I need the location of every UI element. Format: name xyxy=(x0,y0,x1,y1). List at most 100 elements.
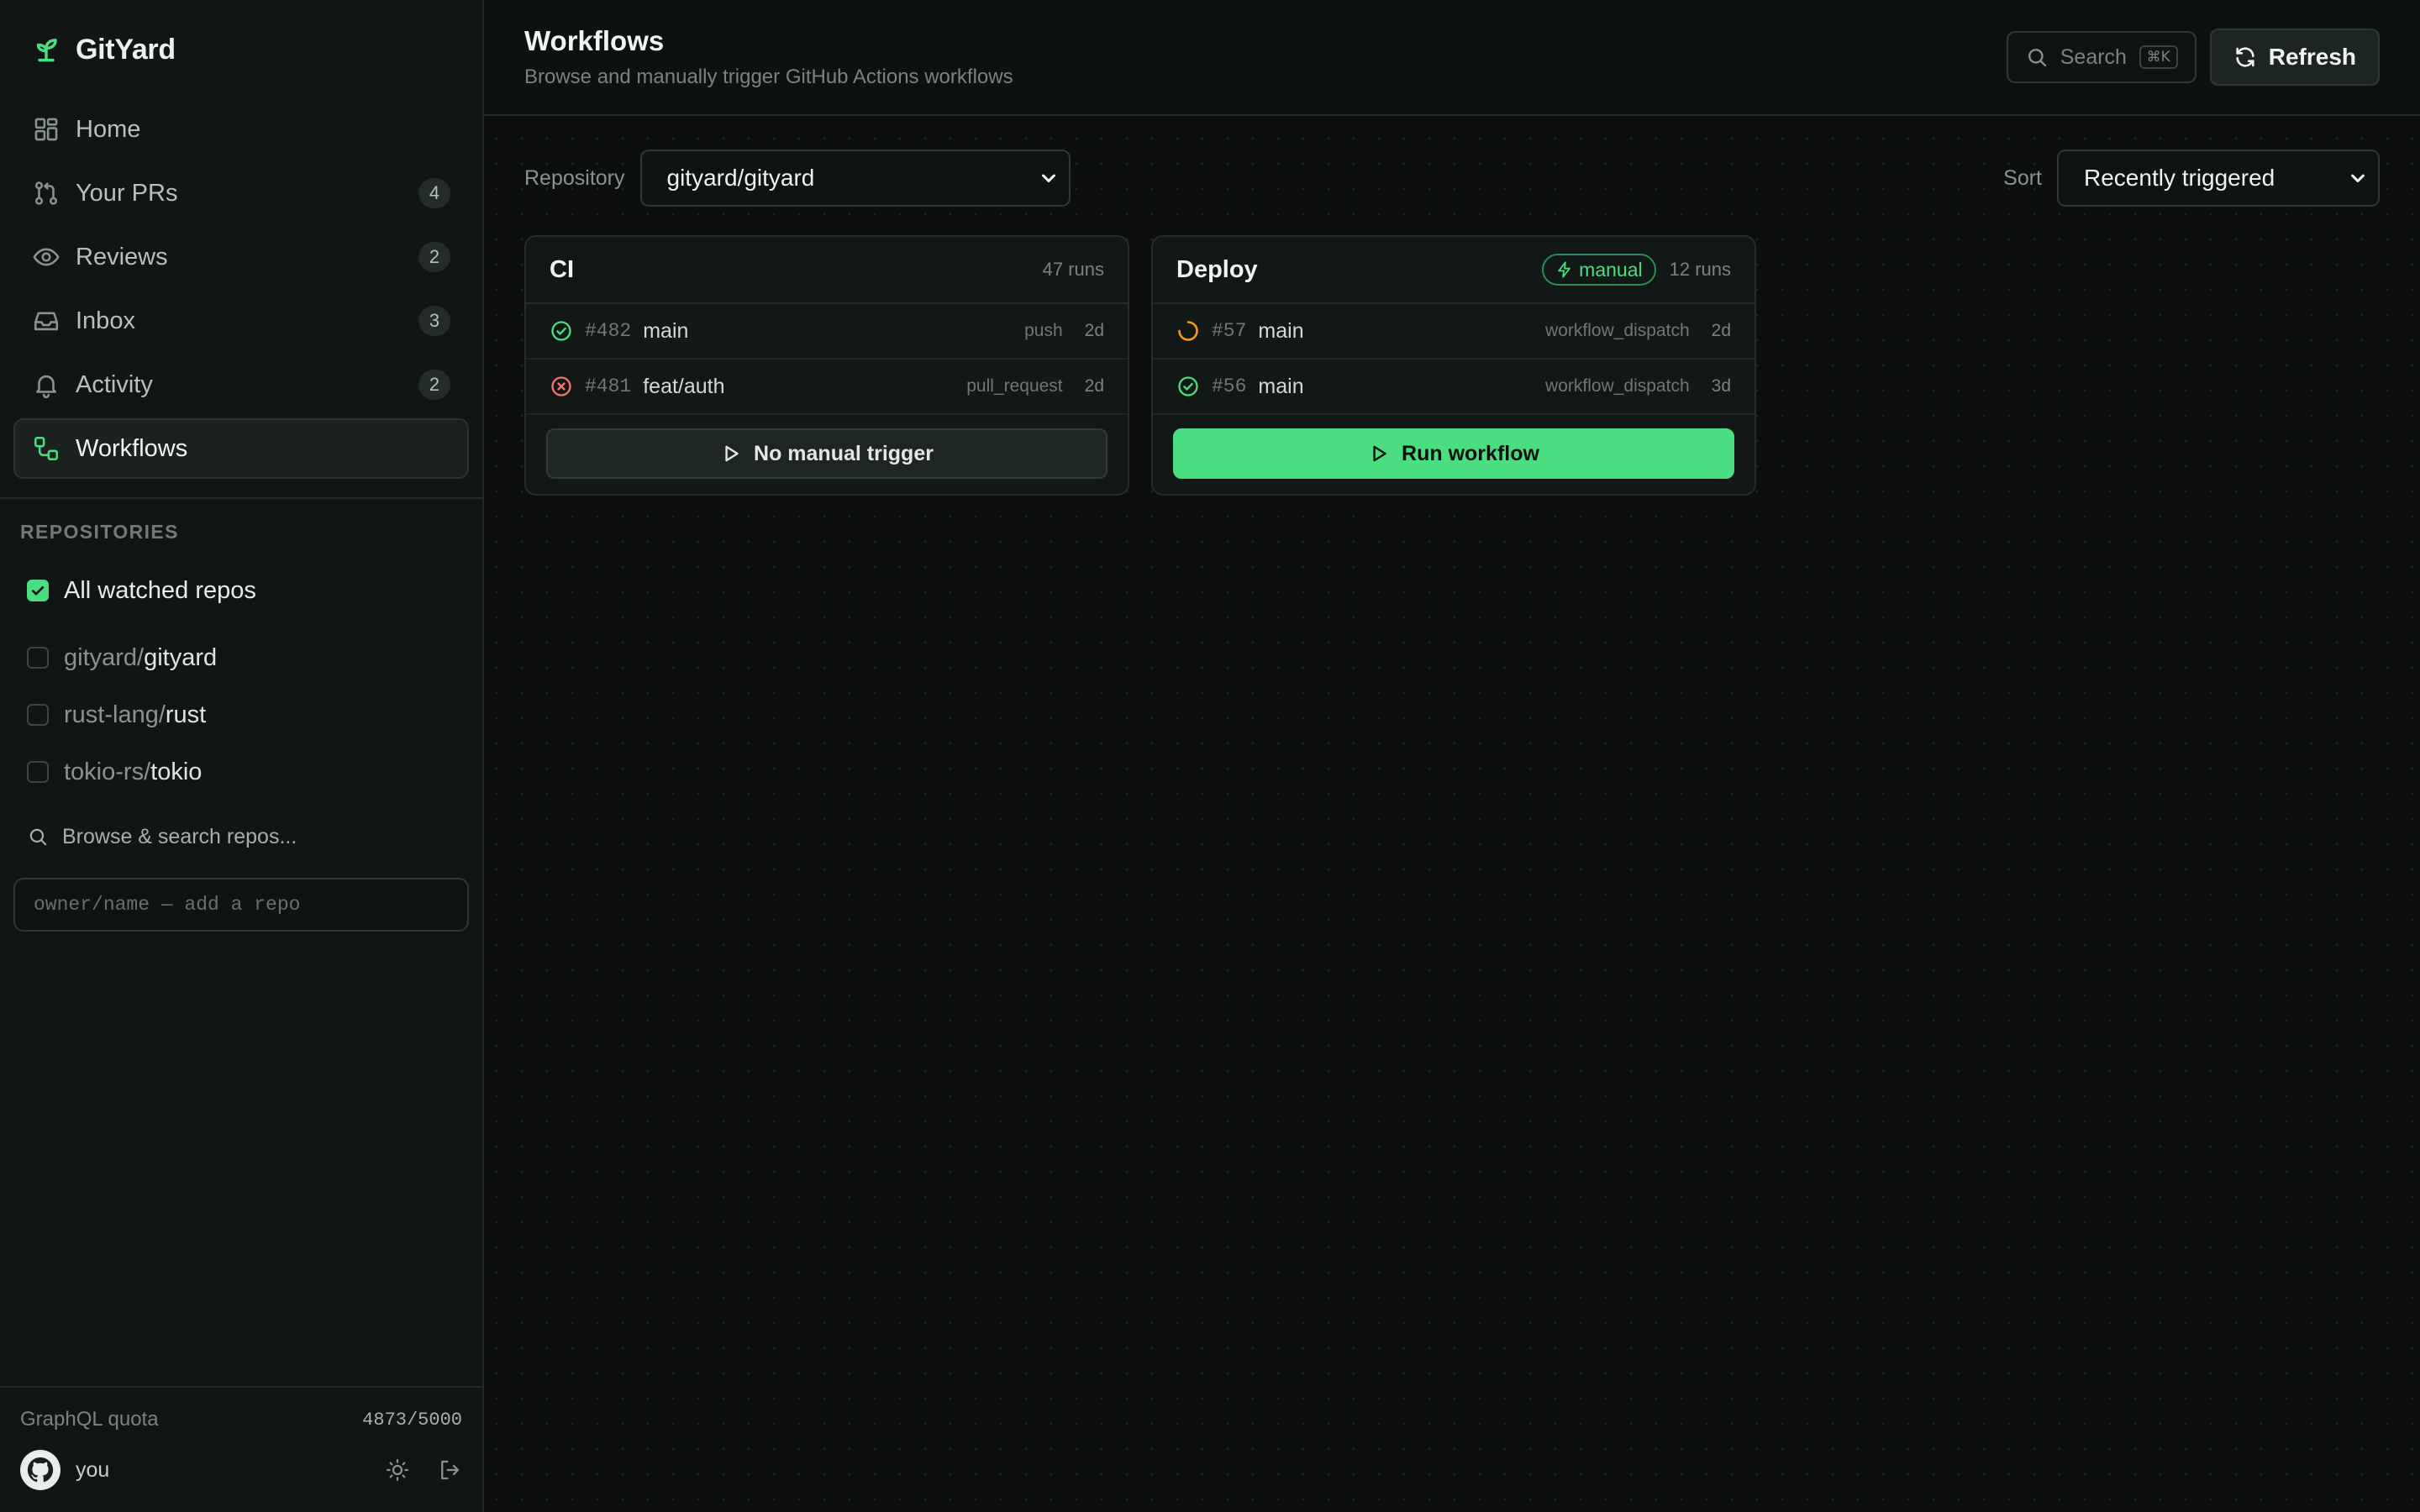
run-number: #57 xyxy=(1212,320,1247,342)
workflow-cards: CI 47 runs #482 main push 2d #481 feat/a… xyxy=(484,235,2420,496)
checkbox[interactable] xyxy=(27,647,49,669)
run-row[interactable]: #481 feat/auth pull_request 2d xyxy=(526,360,1128,415)
checkbox[interactable] xyxy=(27,761,49,783)
app-name: GitYard xyxy=(76,33,176,66)
graphql-quota: GraphQL quota 4873/5000 xyxy=(20,1408,462,1431)
play-icon xyxy=(720,443,742,465)
repository-select-value: gityard/gityard xyxy=(666,165,815,191)
run-row[interactable]: #57 main workflow_dispatch 2d xyxy=(1153,304,1754,360)
search-shortcut: ⌘K xyxy=(2139,45,2178,69)
run-branch: main xyxy=(1258,374,1304,398)
nav-item-activity[interactable]: Activity 2 xyxy=(13,354,469,415)
refresh-icon xyxy=(2233,45,2257,69)
main-content: Workflows Browse and manually trigger Gi… xyxy=(484,0,2420,1512)
run-branch: main xyxy=(643,318,689,343)
no-manual-trigger-button[interactable]: No manual trigger xyxy=(546,428,1107,479)
lightning-icon xyxy=(1555,260,1574,279)
search-icon xyxy=(27,826,49,848)
nav-label: Home xyxy=(76,115,141,143)
nav-item-reviews[interactable]: Reviews 2 xyxy=(13,227,469,287)
runs-count: 12 runs xyxy=(1669,259,1731,280)
sidebar: GitYard Home Your PRs 4 Reviews 2 Inbox … xyxy=(0,0,484,1512)
top-bar: Workflows Browse and manually trigger Gi… xyxy=(484,0,2420,116)
nav-label: Workflows xyxy=(76,434,188,462)
count-badge: 3 xyxy=(418,306,450,336)
run-number: #482 xyxy=(585,320,632,342)
repo-name: rust xyxy=(165,701,207,728)
running-spinner-icon xyxy=(1176,319,1200,343)
card-footer: No manual trigger xyxy=(526,415,1128,494)
count-badge: 2 xyxy=(418,370,450,400)
sort-select-value: Recently triggered xyxy=(2084,165,2275,191)
search-icon xyxy=(2025,45,2049,69)
run-workflow-button[interactable]: Run workflow xyxy=(1173,428,1734,479)
card-header: Deploy manual 12 runs xyxy=(1153,237,1754,304)
action-label: Run workflow xyxy=(1402,441,1539,465)
nav-label: Inbox xyxy=(76,307,135,334)
nav-item-inbox[interactable]: Inbox 3 xyxy=(13,291,469,351)
page-subtitle: Browse and manually trigger GitHub Actio… xyxy=(524,66,1013,88)
browse-repos-label: Browse & search repos... xyxy=(62,824,297,848)
sort-label: Sort xyxy=(2003,165,2042,190)
runs-count: 47 runs xyxy=(1042,259,1104,280)
failure-x-icon xyxy=(550,375,573,398)
check-icon xyxy=(31,585,45,596)
page-title: Workflows xyxy=(524,25,665,56)
nav-item-your-prs[interactable]: Your PRs 4 xyxy=(13,163,469,223)
inbox-icon xyxy=(32,307,60,335)
search-label: Search xyxy=(2060,45,2127,69)
play-icon xyxy=(1368,443,1390,465)
run-age: 2d xyxy=(1084,376,1104,396)
sun-icon[interactable] xyxy=(385,1457,410,1483)
title-block: Workflows Browse and manually trigger Gi… xyxy=(524,25,2007,89)
filters-bar: Repository gityard/gityard Sort Recently… xyxy=(484,150,2420,207)
avatar[interactable] xyxy=(20,1450,60,1490)
main-nav: Home Your PRs 4 Reviews 2 Inbox 3 Activi… xyxy=(0,99,482,479)
quota-label: GraphQL quota xyxy=(20,1408,159,1431)
repo-item-gityard[interactable]: gityard/gityard xyxy=(0,629,482,686)
repo-item-tokio[interactable]: tokio-rs/tokio xyxy=(0,743,482,801)
checkbox-checked[interactable] xyxy=(27,580,49,601)
quota-value: 4873/5000 xyxy=(362,1409,462,1431)
nav-label: Your PRs xyxy=(76,179,178,207)
all-watched-repos-toggle[interactable]: All watched repos xyxy=(0,562,482,619)
run-event: workflow_dispatch xyxy=(1545,376,1690,396)
run-branch: feat/auth xyxy=(643,374,725,398)
github-icon xyxy=(27,1457,54,1483)
browse-repos-link[interactable]: Browse & search repos... xyxy=(0,807,482,866)
manual-badge: manual xyxy=(1542,254,1656,286)
repositories-heading: REPOSITORIES xyxy=(20,521,179,543)
chevron-down-icon xyxy=(2346,166,2370,190)
refresh-button[interactable]: Refresh xyxy=(2209,29,2380,86)
repo-owner: gityard/ xyxy=(64,643,145,671)
sprout-logo-icon xyxy=(30,34,62,66)
workflow-card-deploy: Deploy manual 12 runs #57 main workflow_… xyxy=(1151,235,1756,496)
brand[interactable]: GitYard xyxy=(0,0,482,99)
sort-select[interactable]: Recently triggered xyxy=(2057,150,2380,207)
logout-icon[interactable] xyxy=(437,1457,462,1483)
run-age: 2d xyxy=(1084,321,1104,340)
checkbox[interactable] xyxy=(27,704,49,726)
run-age: 2d xyxy=(1711,321,1731,340)
workflow-name: Deploy xyxy=(1176,255,1258,283)
all-watched-repos-label: All watched repos xyxy=(64,576,256,604)
run-row[interactable]: #482 main push 2d xyxy=(526,304,1128,360)
run-row[interactable]: #56 main workflow_dispatch 3d xyxy=(1153,360,1754,415)
repo-item-rust[interactable]: rust-lang/rust xyxy=(0,686,482,743)
user-name: you xyxy=(76,1457,110,1482)
nav-item-home[interactable]: Home xyxy=(13,99,469,160)
search-button[interactable]: Search ⌘K xyxy=(2006,31,2196,83)
pull-request-icon xyxy=(32,179,60,207)
repo-name: gityard xyxy=(144,643,218,671)
run-branch: main xyxy=(1258,318,1304,343)
nav-item-workflows[interactable]: Workflows xyxy=(13,418,469,479)
repository-select[interactable]: gityard/gityard xyxy=(639,150,1071,207)
run-number: #481 xyxy=(585,375,632,397)
user-row: you xyxy=(20,1450,462,1490)
card-footer: Run workflow xyxy=(1153,415,1754,494)
workflow-icon xyxy=(32,434,60,463)
repository-label: Repository xyxy=(524,165,625,190)
add-repo-input[interactable] xyxy=(13,878,469,932)
nav-label: Reviews xyxy=(76,243,168,270)
bell-icon xyxy=(32,370,60,399)
